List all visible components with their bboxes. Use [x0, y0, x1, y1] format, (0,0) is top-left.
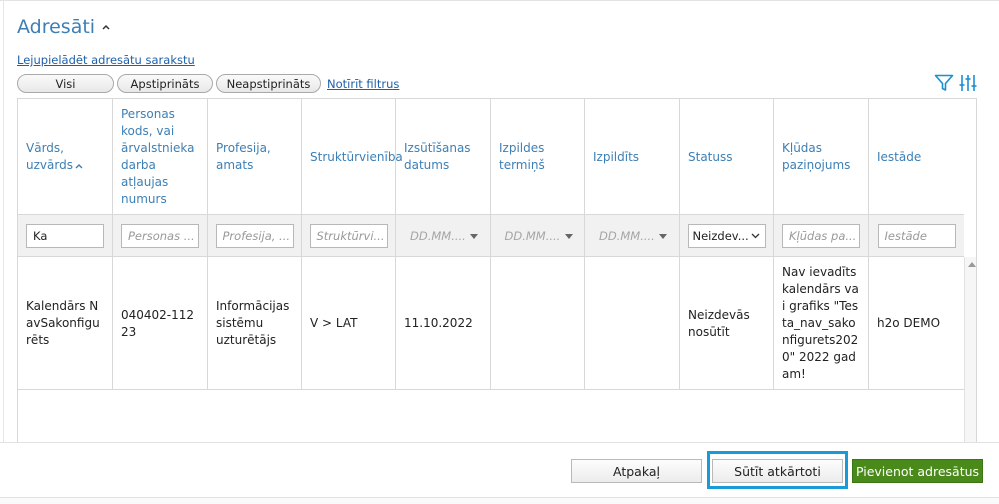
filter-confirmed-button[interactable]: Apstiprināts — [117, 74, 213, 93]
filter-cell-institution: Iestāde — [869, 215, 964, 257]
column-header-name[interactable]: Vārds, uzvārds — [18, 99, 113, 215]
column-header-status[interactable]: Statuss — [680, 99, 774, 215]
cell-done — [585, 257, 680, 390]
resend-button[interactable]: Sūtīt atkārtoti — [712, 459, 843, 483]
filter-cell-sent-date: DD.MM.... — [396, 215, 491, 257]
filter-cell-done: DD.MM.... — [585, 215, 680, 257]
institution-filter-input[interactable]: Iestāde — [877, 224, 956, 248]
done-date-filter-text: DD.MM.... — [599, 229, 655, 243]
cell-name: Kalendārs NavSakonfigurēts — [18, 257, 113, 390]
clear-filters-link[interactable]: Notīrīt filtrus — [327, 77, 399, 91]
sent-date-filter-text: DD.MM.... — [410, 229, 466, 243]
column-settings-icon[interactable] — [958, 74, 978, 92]
column-header-person-code[interactable]: Personas kods, vai ārvalstnieka darba at… — [113, 99, 208, 215]
column-header-department[interactable]: Struktūrvienība — [302, 99, 403, 215]
back-button[interactable]: Atpakaļ — [571, 459, 702, 483]
scroll-up-icon[interactable] — [967, 262, 976, 267]
table-tools — [934, 74, 978, 92]
frame-left-border — [3, 0, 4, 504]
filter-cell-due-date: DD.MM.... — [491, 215, 585, 257]
sent-date-filter[interactable]: DD.MM.... — [404, 224, 482, 248]
table-row[interactable]: Kalendārs NavSakonfigurēts 040402-11223 … — [18, 257, 964, 390]
filter-cell-department: Struktūrvi... — [302, 215, 396, 257]
recipients-table: Vārds, uzvārds Personas kods, vai ārvals… — [17, 98, 977, 442]
error-filter-input[interactable]: Kļūdas pa... — [782, 224, 860, 248]
due-date-filter-text: DD.MM.... — [504, 229, 561, 243]
column-header-done[interactable]: Izpildīts — [585, 99, 680, 215]
column-header-profession[interactable]: Profesija, amats — [208, 99, 302, 215]
filter-cell-profession: Profesija, ... — [208, 215, 302, 257]
chevron-up-icon — [102, 24, 110, 30]
filter-cell-person-code: Personas ... — [113, 215, 208, 257]
column-header-error[interactable]: Kļūdas paziņojums — [774, 99, 869, 215]
dropdown-arrow-icon — [659, 233, 667, 239]
cell-profession: Informācijas sistēmu uzturētājs — [208, 257, 302, 390]
cell-person-code: 040402-11223 — [113, 257, 208, 390]
cell-status: Neizdevās nosūtīt — [680, 257, 774, 390]
cell-sent-date: 11.10.2022 — [396, 257, 491, 390]
filter-all-button[interactable]: Visi — [17, 74, 114, 93]
section-title: Adresāti — [17, 16, 96, 38]
dropdown-arrow-icon — [470, 233, 478, 239]
section-header[interactable]: Adresāti — [17, 16, 111, 38]
done-date-filter[interactable]: DD.MM.... — [593, 224, 671, 248]
column-header-sent-date[interactable]: Izsūtīšanas datums — [396, 99, 491, 215]
department-filter-input[interactable]: Struktūrvi... — [309, 224, 388, 248]
cell-institution: h2o DEMO — [877, 316, 941, 330]
cell-due-date — [491, 257, 585, 390]
name-filter-input[interactable]: Ka — [26, 224, 104, 248]
status-filter-select[interactable]: Neizdev... — [687, 224, 766, 248]
filter-cell-name: Ka — [18, 215, 113, 257]
filter-icon[interactable] — [934, 74, 954, 92]
column-header-institution[interactable]: Iestāde — [869, 99, 964, 215]
status-filter-value: Neizdev... — [692, 229, 749, 243]
person-code-filter-input[interactable]: Personas ... — [121, 224, 199, 248]
footer-bar — [0, 442, 999, 504]
due-date-filter[interactable]: DD.MM.... — [499, 224, 577, 248]
footer-bottom-strip — [0, 497, 999, 504]
cell-error: Nav ievadīts kalendārs vai grafiks "Test… — [774, 257, 869, 390]
chevron-down-icon — [751, 233, 759, 239]
dropdown-arrow-icon — [564, 233, 573, 239]
filter-bar: Visi Apstiprināts Neapstiprināts Notīrīt… — [17, 74, 399, 93]
filter-cell-status: Neizdev... — [680, 215, 774, 257]
cell-department: V > LAT — [302, 257, 396, 390]
download-list-link[interactable]: Lejupielādēt adresātu sarakstu — [17, 53, 195, 67]
sort-ascending-icon — [75, 163, 83, 168]
filter-unconfirmed-button[interactable]: Neapstiprināts — [216, 74, 321, 93]
table-header-row: Vārds, uzvārds Personas kods, vai ārvals… — [18, 99, 964, 215]
table-filter-row: Ka Personas ... Profesija, ... Struktūrv… — [18, 215, 964, 257]
column-header-due-date[interactable]: Izpildes termiņš — [491, 99, 585, 215]
table-scrollbar[interactable] — [964, 257, 976, 442]
profession-filter-input[interactable]: Profesija, ... — [215, 224, 294, 248]
add-recipients-button[interactable]: Pievienot adresātus — [852, 459, 983, 483]
filter-cell-error: Kļūdas pa... — [774, 215, 869, 257]
